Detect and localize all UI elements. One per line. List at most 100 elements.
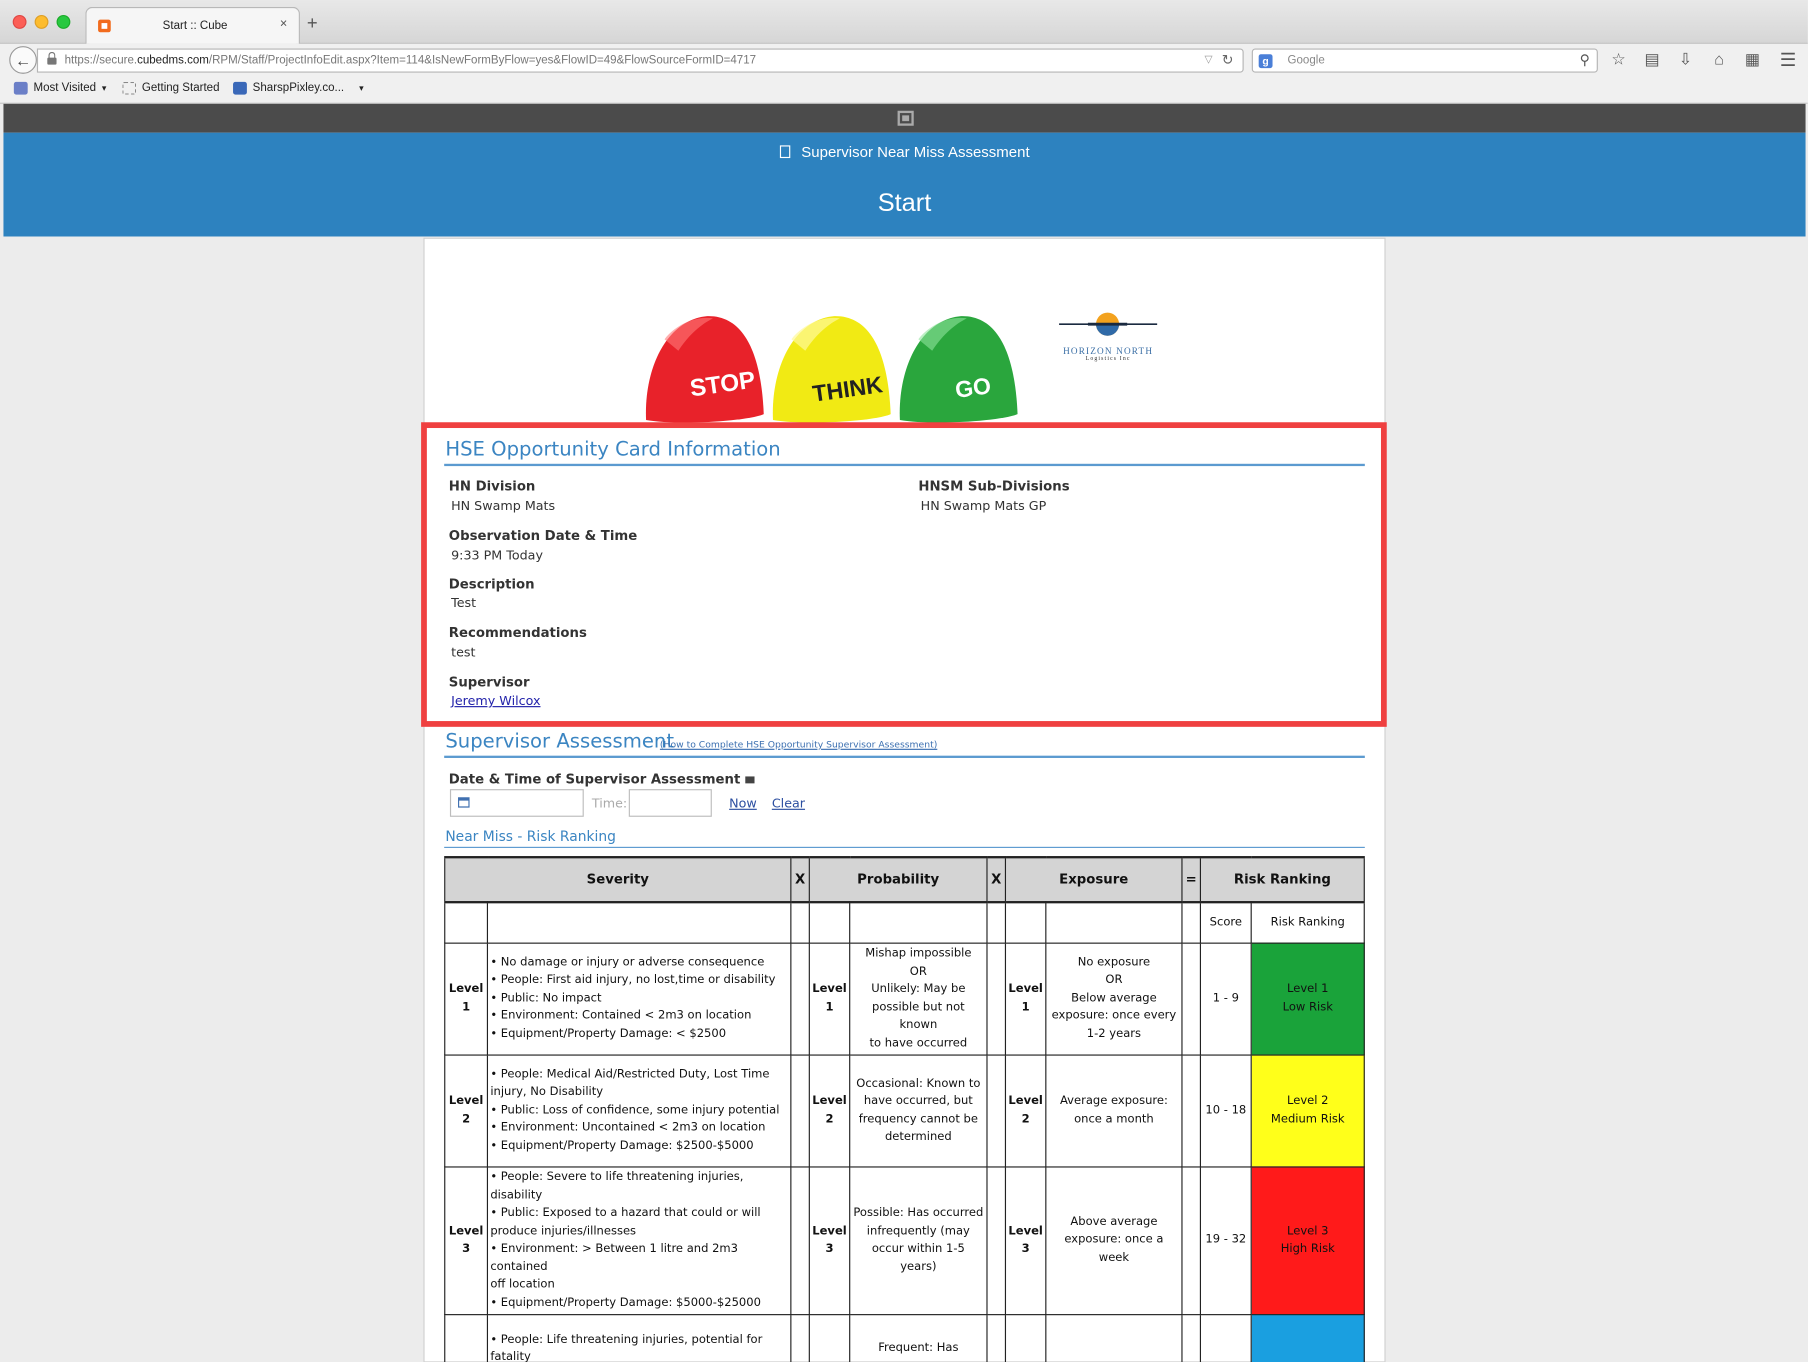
- score-text: 10 - 18: [1205, 1103, 1247, 1117]
- exposure-description-cell: [1045, 1313, 1183, 1362]
- cell-line: • People: Medical Aid/Restricted Duty, L…: [490, 1068, 770, 1081]
- probability-description-cell: Mishap impossible OR Unlikely: May be possi…: [849, 941, 988, 1056]
- cell-line: • Equipment/Property Damage: $5000-$2500…: [490, 1296, 761, 1309]
- cell-line: fatality: [490, 1350, 531, 1362]
- address-bar[interactable]: https://secure.cubedms.com/RPM/Staff/Pro…: [36, 48, 1244, 73]
- probability-description-cell: Possible: Has occurred infrequently (may o…: [849, 1165, 988, 1315]
- probability-level-cell: Level 2: [808, 1053, 851, 1167]
- close-window-button[interactable]: [12, 14, 27, 29]
- tab-start-cube[interactable]: Start :: Cube ×: [85, 6, 300, 44]
- separator-cell: [986, 1313, 1007, 1362]
- cell-line: • People: First aid injury, no lost,time…: [490, 974, 776, 987]
- cell-line: No exposure: [1077, 956, 1151, 969]
- stop-think-go-hardhats: STOP THINK GO: [645, 316, 1018, 423]
- bookmark-most-visited[interactable]: Most Visited ▾: [13, 81, 107, 95]
- severity-level-cell: Level 2: [444, 1053, 489, 1167]
- stop-hat: STOP: [645, 316, 764, 423]
- cell-line: Medium Risk: [1270, 1112, 1345, 1126]
- bookmark-label: Most Visited: [33, 81, 97, 95]
- cell-line: • Environment: > Between 1 litre and 2m3…: [490, 1242, 738, 1274]
- search-bar[interactable]: g Google ⚲: [1251, 48, 1598, 73]
- cell-line: • Public: No impact: [490, 991, 602, 1005]
- probability-header: Probability: [808, 856, 988, 904]
- exposure-level-cell: [1004, 1313, 1047, 1362]
- hse-card-title: HSE Opportunity Card Information: [445, 438, 781, 462]
- score-cell: 19 - 32: [1199, 1165, 1252, 1315]
- cell-line: • Public: Exposed to a hazard that could…: [490, 1206, 761, 1220]
- bookmark-sharsppixley[interactable]: SharspPixley.co... ▾: [233, 81, 364, 95]
- level-text: Level 1: [448, 982, 484, 1014]
- url-history-dropdown-icon[interactable]: ▽: [1205, 53, 1213, 66]
- assessment-help-link[interactable]: (How to Complete HSE Opportunity Supervi…: [660, 740, 937, 750]
- hamburger-menu-icon[interactable]: ☰: [1780, 48, 1797, 71]
- folder-icon: [13, 81, 28, 95]
- cell-line: have occurred, but: [863, 1094, 973, 1108]
- search-icon[interactable]: ⚲: [1580, 52, 1590, 68]
- level-text: Level 2: [448, 1094, 484, 1126]
- recommendations-value: test: [451, 644, 476, 660]
- score-cell: [1199, 1313, 1252, 1362]
- assessment-date-input[interactable]: [449, 789, 584, 817]
- download-icon[interactable]: ⇩: [1674, 50, 1697, 70]
- new-tab-button[interactable]: +: [307, 14, 318, 35]
- tab-title: Start :: Cube: [162, 19, 228, 33]
- cell-line: Average exposure:: [1059, 1094, 1168, 1108]
- table-row: • People: Life threatening injuries, pot…: [444, 1313, 1365, 1362]
- now-link[interactable]: Now: [729, 796, 757, 811]
- hse-card-highlight: [421, 422, 1387, 727]
- level-text: Level 3: [812, 1224, 847, 1256]
- assessment-title: Supervisor Assessment: [445, 730, 675, 754]
- lock-icon: [47, 51, 57, 65]
- probability-description-cell: Frequent: Has: [849, 1313, 988, 1362]
- home-icon[interactable]: ⌂: [1707, 50, 1730, 70]
- severity-header: Severity: [444, 856, 792, 904]
- separator-cell: [986, 1053, 1007, 1167]
- go-hat: GO: [899, 316, 1018, 423]
- maximize-window-button[interactable]: [56, 14, 71, 29]
- hat-label: GO: [953, 372, 992, 403]
- assessment-time-input[interactable]: [628, 789, 712, 817]
- risk-ranking-header: Risk Ranking: [1199, 856, 1365, 904]
- cell-line: Low Risk: [1282, 1000, 1333, 1014]
- level-text: Level 1: [812, 982, 847, 1014]
- extension-icon[interactable]: ▦: [1741, 50, 1764, 70]
- subdivision-label: HNSM Sub-Divisions: [918, 477, 1070, 494]
- tab-bar: Start :: Cube × +: [0, 0, 1808, 44]
- supervisor-link[interactable]: Jeremy Wilcox: [451, 693, 540, 708]
- cell-line: produce injuries/illnesses: [490, 1224, 637, 1238]
- minimize-window-button[interactable]: [34, 14, 49, 29]
- bookmark-star-icon[interactable]: ☆: [1607, 50, 1630, 70]
- tab-close-icon[interactable]: ×: [280, 17, 287, 31]
- clear-link[interactable]: Clear: [772, 796, 805, 811]
- risk-table-body: Level 1 • No damage or injury or adverse c…: [444, 941, 1365, 1362]
- cell-line: disability: [490, 1188, 543, 1202]
- severity-level-cell: Level 3: [444, 1165, 489, 1315]
- exposure-description-cell: No exposure OR Below average exposure: once…: [1045, 941, 1183, 1056]
- description-label: Description: [448, 575, 535, 592]
- recommendations-label: Recommendations: [448, 624, 587, 641]
- score-cell: 10 - 18: [1199, 1053, 1252, 1167]
- cell-line: infrequently (may: [866, 1224, 970, 1238]
- table-cell: [1004, 901, 1047, 944]
- risk-level-cell: Level 1 Low Risk: [1250, 941, 1365, 1056]
- table-cell: [849, 901, 988, 944]
- reading-list-icon[interactable]: ▤: [1641, 50, 1664, 70]
- cell-line: off location: [490, 1278, 555, 1291]
- cell-line: • Public: Loss of confidence, some injur…: [490, 1103, 780, 1117]
- bookmarks-bar: Most Visited ▾ Getting Started SharspPixl…: [0, 76, 1808, 104]
- exposure-level-cell: Level 2: [1004, 1053, 1047, 1167]
- probability-level-cell: [808, 1313, 851, 1362]
- reload-icon[interactable]: ↻: [1222, 52, 1234, 68]
- risk-ranking-subtitle: Near Miss - Risk Ranking: [445, 828, 616, 845]
- back-button[interactable]: ←: [9, 46, 37, 74]
- calendar-icon[interactable]: [458, 797, 470, 808]
- cell-line: exposure: once every: [1051, 1009, 1177, 1023]
- separator-cell: [986, 941, 1007, 1056]
- fullscreen-icon[interactable]: [897, 110, 914, 126]
- google-icon[interactable]: g: [1258, 54, 1273, 69]
- bookmark-getting-started[interactable]: Getting Started: [122, 81, 220, 95]
- table-row: Level 2 • People: Medical Aid/Restricted D…: [444, 1053, 1365, 1167]
- section-divider: [444, 463, 1365, 467]
- level-text: Level 2: [1008, 1094, 1043, 1126]
- separator-cell: [790, 1053, 810, 1167]
